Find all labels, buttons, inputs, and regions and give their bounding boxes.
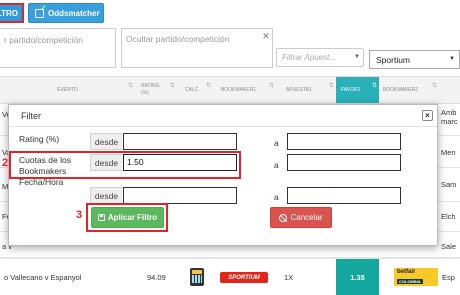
filtro-button[interactable]: LTRO [0,3,24,23]
fecha-desde-addon: desde [90,187,122,204]
sort-icon: ⇅ [431,83,437,89]
ban-icon [279,213,288,222]
sort-icon: ⇅ [371,83,377,89]
th-rating[interactable]: RATING (%) ⇅ [135,77,177,103]
table-header: EVENTO ⇅ RATING (%) ⇅ CALC ⇅ BOOKMAKER1 ⇅ AP… [0,76,460,104]
cuotas-desde-addon: desde [90,154,122,171]
cuotas-a-label: a [274,160,279,170]
event-right-fragment: Esp [442,273,455,282]
sort-icon: ⇅ [205,83,211,89]
toolbar: LTRO Oddsmatcher [0,0,460,26]
fecha-label: Fecha/Hora [19,177,64,187]
apuestas-placeholder: Filtrar Apuest... [282,53,336,62]
apuestas-filter-input[interactable]: Filtrar Apuest... ▼ [276,48,364,67]
calculator-icon[interactable] [190,268,204,286]
th-evento[interactable]: EVENTO ⇅ [0,77,135,103]
rating-label: Rating (%) [19,134,60,144]
modal-title: Filter [21,111,41,121]
th-apuesta1[interactable]: APUESTA1 ⇅ [276,77,336,103]
save-icon [97,214,105,221]
event-right-fragment: Amb marc [441,108,458,126]
rating-a-label: a [274,138,279,148]
fecha-a-label: a [274,192,279,202]
rating-from-input[interactable] [123,133,237,150]
sort-icon: ⇅ [169,83,175,89]
close-icon[interactable]: × [422,110,433,121]
partido-filter-input[interactable]: r partido/competición [0,28,116,68]
sort-icon: ⇅ [268,83,274,89]
cuotas-from-input[interactable]: 1.50 [123,154,237,171]
th-bookmaker2[interactable]: BOOKMAKER2 ⇅ [379,77,439,103]
betfair-logo: betfair COLOMBIA [394,268,438,286]
apply-filter-label: Aplicar Filtro [107,213,158,222]
event-right-fragment: Sam [441,180,457,189]
cuotas-to-input[interactable] [287,154,401,171]
th-calc[interactable]: CALC ⇅ [177,77,213,103]
favor1-value: 1.35 [336,259,379,295]
sort-icon: ⇅ [127,83,133,89]
event-name: o Vallecano v Espanyol [4,273,82,282]
filtro-label: LTRO [0,8,18,18]
apuesta1-value: 1X [284,273,294,282]
event-right-fragment: Elch [441,212,456,221]
ocultar-filter-input[interactable]: Ocultar partido/competición [121,28,273,68]
rating-value: 94.09 [147,273,166,282]
sportium-logo: SPORTIUM [220,272,268,283]
oddsmatcher-button[interactable]: Oddsmatcher [28,3,104,23]
rating-to-input[interactable] [287,133,401,150]
step3-marker: 3 [76,209,83,221]
oddsmatcher-label: Oddsmatcher [48,8,100,18]
bookmaker-select[interactable]: Sportium ▼ [369,50,460,69]
event-right-fragment: Sale [441,242,457,251]
modal-header: Filter × [9,105,437,127]
event-right-fragment: Men [441,148,456,157]
fecha-to-input[interactable] [287,187,401,204]
sort-icon: ⇅ [328,83,334,89]
th-bookmaker1[interactable]: BOOKMAKER1 ⇅ [213,77,276,103]
step2-marker: 2 [2,157,9,169]
bookmaker-selected-value: Sportium [376,55,411,65]
apply-filter-button[interactable]: Aplicar Filtro [91,207,164,228]
chevron-down-icon: ▼ [449,56,455,62]
clear-ocultar-icon[interactable]: ✕ [260,29,272,43]
chevron-down-icon: ▼ [354,54,360,60]
table-row: o Vallecano v Espanyol 94.09 SPORTIUM 1X… [0,258,460,295]
cancel-label: Cancelar [290,213,323,222]
cuotas-label: Cuotas de los Bookmakers [19,155,71,176]
rating-desde-addon: desde [90,133,122,150]
cancel-button[interactable]: Cancelar [270,207,332,228]
fecha-from-input[interactable] [123,187,237,204]
th-favor1[interactable]: FAVOR1 ⇅ [336,77,379,103]
external-link-icon [35,8,44,18]
